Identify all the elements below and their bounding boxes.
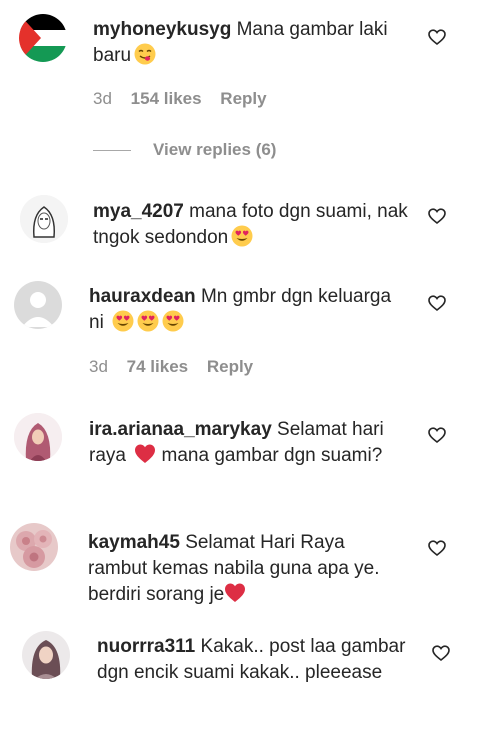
view-replies-button[interactable]: View replies (6) xyxy=(93,139,276,161)
reply-button[interactable]: Reply xyxy=(220,89,266,108)
comment-username[interactable]: ira.arianaa_marykay xyxy=(89,419,272,440)
comment-username[interactable]: mya_4207 xyxy=(93,201,184,222)
avatar[interactable] xyxy=(22,631,70,679)
user-photo-avatar-icon xyxy=(14,413,62,461)
palestine-flag-avatar-icon xyxy=(19,14,67,62)
avatar[interactable] xyxy=(14,281,62,329)
roses-avatar-icon xyxy=(10,523,58,571)
comment-likes[interactable]: 74 likes xyxy=(127,357,188,376)
like-heart-icon[interactable] xyxy=(428,427,446,443)
comment-meta: 3d 154 likes Reply xyxy=(93,88,281,110)
comment-time: 3d xyxy=(89,357,108,376)
heart-eyes-emoji-icon xyxy=(162,310,184,332)
comment-username[interactable]: kaymah45 xyxy=(88,532,180,553)
avatar[interactable] xyxy=(14,413,62,461)
heart-eyes-emoji-icon xyxy=(137,310,159,332)
like-heart-icon[interactable] xyxy=(432,645,450,661)
comment-time: 3d xyxy=(93,89,112,108)
heart-eyes-emoji-icon xyxy=(112,310,134,332)
avatar[interactable] xyxy=(20,195,68,243)
comment-likes[interactable]: 154 likes xyxy=(131,89,202,108)
divider xyxy=(93,150,131,152)
heart-eyes-emoji-icon xyxy=(231,225,253,247)
red-heart-emoji-icon xyxy=(225,583,246,602)
user-photo-avatar-icon xyxy=(20,195,68,243)
comment-text-part: mana gambar dgn suami? xyxy=(161,445,383,466)
avatar[interactable] xyxy=(19,14,67,62)
comment-meta: 3d 74 likes Reply xyxy=(89,356,267,378)
comment-username[interactable]: nuorrra311 xyxy=(97,636,195,657)
comment-username[interactable]: myhoneykusyg xyxy=(93,19,231,40)
reply-button[interactable]: Reply xyxy=(207,357,253,376)
avatar[interactable] xyxy=(10,523,58,571)
like-heart-icon[interactable] xyxy=(428,295,446,311)
yum-face-emoji-icon xyxy=(134,43,157,65)
comment-username[interactable]: hauraxdean xyxy=(89,286,196,307)
default-avatar-icon xyxy=(14,281,62,329)
like-heart-icon[interactable] xyxy=(428,208,446,224)
like-heart-icon[interactable] xyxy=(428,540,446,556)
like-heart-icon[interactable] xyxy=(428,29,446,45)
red-heart-emoji-icon xyxy=(135,444,156,463)
view-replies-label: View replies (6) xyxy=(153,140,277,159)
user-photo-avatar-icon xyxy=(22,631,70,679)
